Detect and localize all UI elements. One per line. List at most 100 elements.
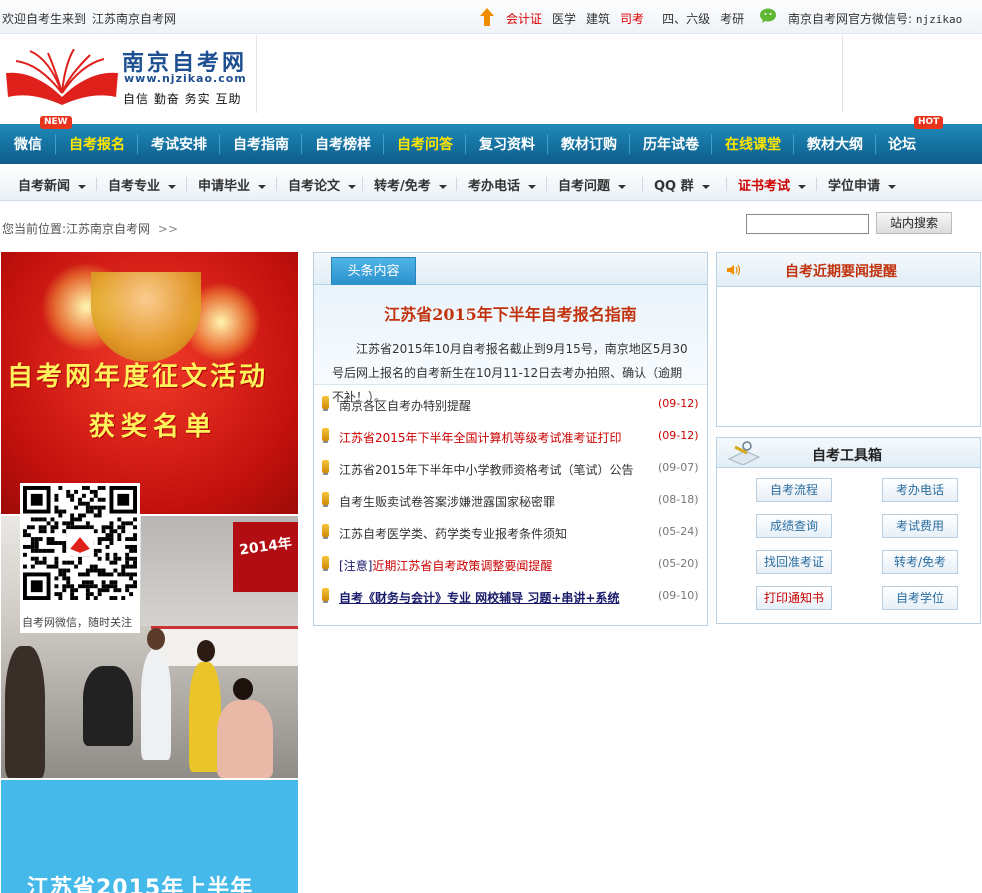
sub-nav-divider — [642, 177, 643, 191]
caret-down-icon — [258, 184, 267, 189]
header-banner-slot — [842, 35, 982, 113]
news-title-text: 南京各区自考办特别提醒 — [339, 399, 472, 413]
news-date: (05-24) — [658, 525, 699, 538]
wechat-icon — [760, 8, 776, 23]
photo-banner-text: 2014年 — [238, 535, 293, 559]
sub-nav-label: 自考新闻 — [18, 179, 71, 194]
news-list-item[interactable]: 自考《财务与会计》专业 网校辅导 习题+串讲+系统 (09-10) — [314, 583, 707, 615]
caret-down-icon — [798, 184, 807, 189]
news-list-item[interactable]: [注意]近期江苏省自考政策调整要闻提醒 (05-20) — [314, 551, 707, 583]
search-input[interactable] — [746, 214, 869, 234]
main-nav-item[interactable]: 自考报名 — [56, 124, 138, 164]
sub-nav-item[interactable]: 证书考试 — [738, 175, 807, 194]
tab-headlines[interactable]: 头条内容 — [331, 257, 416, 286]
news-title[interactable]: 自考生贩卖试卷答案涉嫌泄露国家秘密罪 — [339, 493, 555, 510]
main-nav-item[interactable]: 微信 — [0, 124, 56, 164]
news-date: (09-07) — [658, 461, 699, 474]
sub-nav-item[interactable]: 申请毕业 — [198, 175, 267, 194]
breadcrumb-home-link[interactable]: 江苏南京自考网 — [66, 222, 150, 236]
exam-promo-banner[interactable]: 江苏省2015年上半年 — [1, 780, 298, 893]
sub-nav-item[interactable]: 考办电话 — [468, 175, 537, 194]
tool-button[interactable]: 自考学位 — [882, 586, 958, 610]
sub-nav-item[interactable]: 自考专业 — [108, 175, 177, 194]
main-nav-item[interactable]: 历年试卷 — [630, 124, 712, 164]
news-date: (09-12) — [658, 397, 699, 410]
top-link[interactable]: 四、六级 — [662, 12, 710, 26]
main-nav-item[interactable]: 论坛 — [876, 124, 928, 164]
nav-divider — [301, 134, 302, 154]
welcome-text: 欢迎自考生来到 江苏南京自考网 — [2, 10, 182, 27]
wechat-account: 南京自考网官方微信号: njzikao — [788, 10, 962, 27]
news-title-text: 江苏省2015年下半年全国计算机等级考试准考证打印 — [339, 431, 622, 445]
news-list-item[interactable]: 江苏省2015年下半年中小学教师资格考试（笔试）公告 (09-07) — [314, 455, 707, 487]
wechat-id: njzikao — [915, 13, 963, 26]
sub-nav-item[interactable]: 自考论文 — [288, 175, 357, 194]
sub-nav-divider — [456, 177, 457, 191]
top-link[interactable]: 建筑 — [586, 12, 610, 26]
open-book-icon — [6, 49, 118, 105]
news-title[interactable]: 江苏省2015年下半年全国计算机等级考试准考证打印 — [339, 429, 622, 446]
news-title-text: 近期江苏省自考政策调整要闻提醒 — [372, 559, 553, 573]
photo-counter — [151, 626, 298, 666]
logo-slogan: 自信 勤奋 务实 互助 — [123, 92, 242, 106]
sub-nav-item[interactable]: 学位申请 — [828, 175, 897, 194]
main-nav-item[interactable]: 自考榜样 — [302, 124, 384, 164]
site-name-link[interactable]: 江苏南京自考网 — [92, 12, 176, 26]
caret-down-icon — [528, 184, 537, 189]
site-logo[interactable]: 南京自考网 www.njzikao.com 自信 勤奋 务实 互助 — [0, 35, 257, 113]
caret-down-icon — [701, 184, 710, 189]
tool-button[interactable]: 考试费用 — [882, 514, 958, 538]
sub-nav-divider — [726, 177, 727, 191]
pencil-bullet-icon — [322, 524, 329, 537]
headline-title[interactable]: 江苏省2015年下半年自考报名指南 — [314, 301, 707, 325]
news-list-item[interactable]: 南京各区自考办特别提醒 (09-12) — [314, 391, 707, 423]
headline-panel: 头条内容 江苏省2015年下半年自考报名指南 江苏省2015年10月自考报名截止… — [313, 252, 708, 626]
main-nav-item[interactable]: 复习资料 — [466, 124, 548, 164]
main-nav-item[interactable]: 在线课堂 — [712, 124, 794, 164]
news-date: (09-10) — [658, 589, 699, 602]
news-title[interactable]: 江苏自考医学类、药学类专业报考条件须知 — [339, 525, 567, 542]
news-list-item[interactable]: 江苏省2015年下半年全国计算机等级考试准考证打印 (09-12) — [314, 423, 707, 455]
main-nav-item[interactable]: 考试安排 — [138, 124, 220, 164]
tool-button[interactable]: 考办电话 — [882, 478, 958, 502]
main-nav-item[interactable]: 教材订购 — [548, 124, 630, 164]
sub-nav-item[interactable]: 自考问题 — [558, 175, 627, 194]
sub-nav-item[interactable]: 自考新闻 — [18, 175, 87, 194]
news-list-item[interactable]: 自考生贩卖试卷答案涉嫌泄露国家秘密罪 (08-18) — [314, 487, 707, 519]
breadcrumb: 您当前位置:江苏南京自考网 >> — [2, 220, 178, 237]
top-link[interactable]: 司考 — [620, 12, 644, 26]
news-title[interactable]: 自考《财务与会计》专业 网校辅导 习题+串讲+系统 — [339, 589, 619, 606]
sub-nav-label: 证书考试 — [738, 179, 791, 194]
top-link[interactable]: 医学 — [552, 12, 576, 26]
sub-nav-label: QQ 群 — [654, 179, 694, 194]
search-button[interactable]: 站内搜索 — [876, 212, 952, 234]
top-link[interactable]: 考研 — [720, 12, 744, 26]
nav-divider — [137, 134, 138, 154]
news-title[interactable]: [注意]近期江苏省自考政策调整要闻提醒 — [339, 557, 552, 574]
main-nav-item[interactable]: 自考问答 — [384, 124, 466, 164]
main-nav-item[interactable]: 教材大纲 — [794, 124, 876, 164]
tool-button[interactable]: 找回准考证 — [756, 550, 832, 574]
sub-nav-item[interactable]: 转考/免考 — [374, 175, 447, 194]
recent-news-header: 自考近期要闻提醒 — [717, 253, 980, 287]
news-date: (09-12) — [658, 429, 699, 442]
photo-person — [217, 700, 273, 778]
sub-nav-item[interactable]: QQ 群 — [654, 175, 710, 194]
tool-button[interactable]: 成绩查询 — [756, 514, 832, 538]
nav-divider — [55, 134, 56, 154]
news-title[interactable]: 江苏省2015年下半年中小学教师资格考试（笔试）公告 — [339, 461, 634, 478]
main-nav-item[interactable]: 自考指南 — [220, 124, 302, 164]
caret-down-icon — [438, 184, 447, 189]
wechat-qr-card[interactable]: 自考网微信，随时关注 — [20, 483, 140, 633]
essay-contest-banner[interactable]: 自考网年度征文活动 获奖名单 — [1, 252, 298, 514]
nav-divider — [465, 134, 466, 154]
banner-subtitle: 获奖名单 — [89, 412, 218, 442]
tool-button[interactable]: 自考流程 — [756, 478, 832, 502]
sub-nav-label: 学位申请 — [828, 179, 881, 194]
tool-button[interactable]: 转考/免考 — [882, 550, 958, 574]
top-link[interactable]: 会计证 — [506, 12, 542, 26]
tool-button[interactable]: 打印通知书 — [756, 586, 832, 610]
news-title[interactable]: 南京各区自考办特别提醒 — [339, 397, 471, 414]
logo-url: www.njzikao.com — [124, 72, 247, 85]
news-list-item[interactable]: 江苏自考医学类、药学类专业报考条件须知 (05-24) — [314, 519, 707, 551]
